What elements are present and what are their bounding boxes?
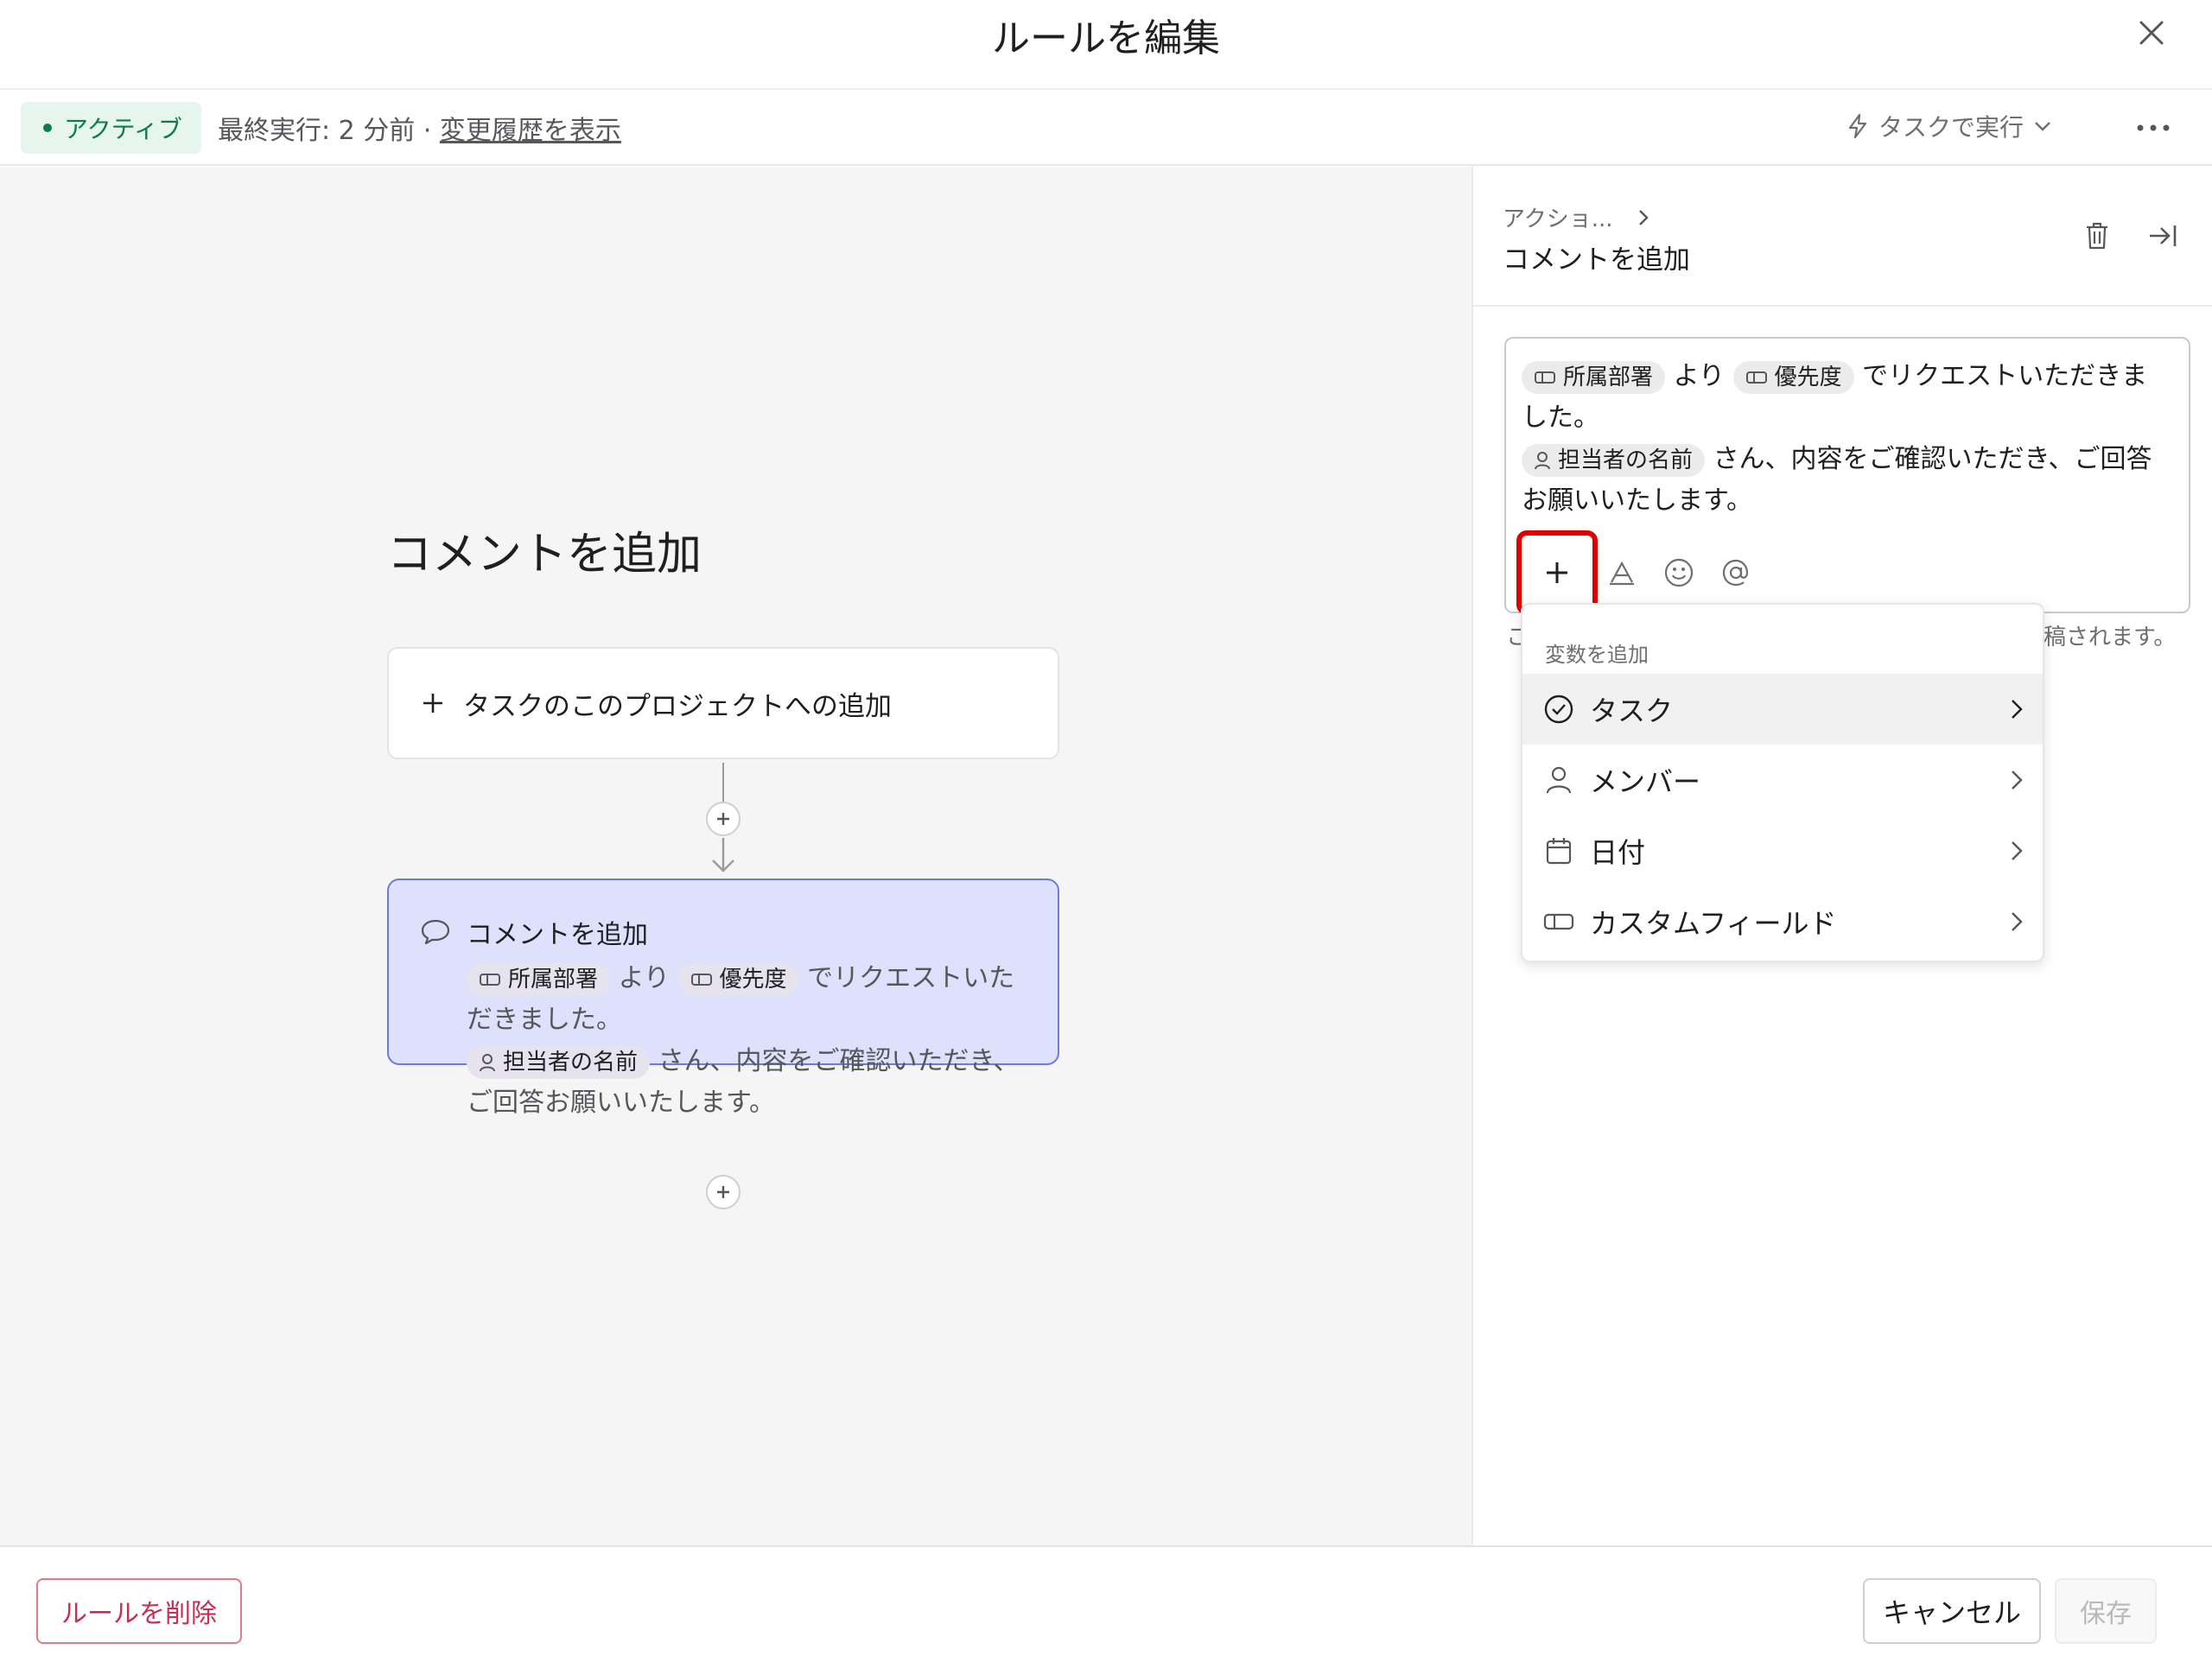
canvas-title: コメントを追加 <box>387 529 702 580</box>
comment-icon <box>421 919 450 945</box>
chevron-right-icon <box>2012 841 2023 860</box>
menu-item-label: メンバー <box>1590 765 1701 798</box>
trigger-card[interactable]: タスクのこのプロジェクトへの追加 <box>387 647 1059 759</box>
breadcrumb-item[interactable]: アクショ... <box>1503 201 1613 233</box>
variable-chip-assignee: 担当者の名前 <box>467 1045 651 1079</box>
status-badge: アクティブ <box>21 102 201 154</box>
calendar-icon <box>1546 838 1572 865</box>
modal-footer: ルールを削除 キャンセル 保存 <box>0 1545 2212 1662</box>
text-from: より <box>618 963 670 993</box>
custom-field-icon <box>690 973 712 986</box>
collapse-panel-button[interactable] <box>2144 217 2182 255</box>
trash-icon <box>2087 222 2107 250</box>
add-step-button[interactable] <box>706 1175 741 1209</box>
mention-button[interactable] <box>1719 555 1753 590</box>
at-sign-icon <box>1722 559 1749 587</box>
text-format-icon <box>1610 561 1634 586</box>
status-label: アクティブ <box>64 115 182 143</box>
add-variable-menu: 変数を追加 タスク メンバー 日付 カスタムフィールド <box>1521 603 2044 962</box>
action-comment-preview: 所属部署 より 優先度 でリクエストいただきました。 担当者の名前 さん、内容を… <box>467 958 1027 1124</box>
more-options-button[interactable] <box>2129 109 2177 147</box>
chevron-right-icon <box>2012 912 2023 931</box>
run-on-dropdown[interactable]: タスクで実行 <box>1846 109 2053 143</box>
trigger-label: タスクのこのプロジェクトへの追加 <box>463 690 892 722</box>
panel-header: アクショ... コメントを追加 <box>1473 167 2212 307</box>
page-title: ルールを編集 <box>992 16 1220 60</box>
chevron-down-icon <box>2035 122 2050 131</box>
history-link[interactable]: 変更履歴を表示 <box>440 109 621 147</box>
rule-canvas: コメントを追加 タスクのこのプロジェクトへの追加 コメントを追加 所属部署 より… <box>0 167 1471 1545</box>
plus-icon <box>717 1186 729 1198</box>
action-detail-panel: アクショ... コメントを追加 所属部署 より 優先度 でリクエストいただきまし… <box>1471 167 2212 1545</box>
modal-header: ルールを編集 <box>0 0 2212 90</box>
run-on-label: タスクで実行 <box>1878 113 2024 142</box>
menu-item-label: カスタムフィールド <box>1590 907 1837 940</box>
emoji-button[interactable] <box>1662 555 1696 590</box>
variable-chip-assignee[interactable]: 担当者の名前 <box>1522 443 1706 477</box>
close-button[interactable] <box>2131 12 2172 54</box>
menu-item-date[interactable]: 日付 <box>1522 815 2043 886</box>
plus-icon <box>1547 562 1567 583</box>
menu-item-custom-field[interactable]: カスタムフィールド <box>1522 886 2043 957</box>
variable-chip-priority[interactable]: 優先度 <box>1732 360 1854 394</box>
menu-item-member[interactable]: メンバー <box>1522 745 2043 815</box>
action-title: コメントを追加 <box>467 920 648 950</box>
collapse-right-icon <box>2150 225 2177 246</box>
status-dot-icon <box>43 124 52 132</box>
ellipsis-icon <box>2137 124 2170 131</box>
person-icon <box>480 1053 495 1071</box>
breadcrumb[interactable]: アクショ... <box>1503 201 1649 233</box>
menu-item-label: 日付 <box>1590 836 1646 869</box>
chevron-right-icon <box>2012 700 2023 719</box>
custom-field-icon <box>1535 371 1555 384</box>
add-step-button[interactable] <box>706 802 741 836</box>
menu-title: 変数を追加 <box>1545 643 1649 667</box>
arrow-down-icon <box>712 838 734 872</box>
check-circle-icon <box>1544 695 1573 724</box>
helper-text-end: 稿されます。 <box>2044 625 2177 650</box>
comment-editor[interactable]: 所属部署 より 優先度 でリクエストいただきました。 担当者の名前 さん、内容を… <box>1504 337 2190 615</box>
plus-icon <box>423 694 442 713</box>
cancel-button[interactable]: キャンセル <box>1863 1578 2041 1644</box>
save-button[interactable]: 保存 <box>2055 1578 2157 1644</box>
menu-item-label: タスク <box>1590 695 1674 727</box>
person-icon <box>1535 451 1550 469</box>
last-run-info: 最終実行: 2 分前 · 変更履歴を表示 <box>218 109 621 147</box>
custom-field-icon <box>1543 913 1574 930</box>
chevron-right-icon <box>1638 209 1649 225</box>
last-run-text: 最終実行: 2 分前 · <box>218 116 432 146</box>
custom-field-icon <box>1745 371 1767 384</box>
panel-title: コメントを追加 <box>1503 244 1690 276</box>
lightning-icon <box>1848 113 1867 139</box>
emoji-icon <box>1664 558 1694 587</box>
chevron-right-icon <box>2012 771 2023 790</box>
rule-status-bar: アクティブ 最終実行: 2 分前 · 変更履歴を表示 タスクで実行 <box>0 90 2212 166</box>
delete-rule-button[interactable]: ルールを削除 <box>36 1578 242 1644</box>
delete-action-button[interactable] <box>2078 217 2116 255</box>
custom-field-icon <box>480 973 500 986</box>
text-from: より <box>1673 361 1725 391</box>
variable-chip-department: 所属部署 <box>467 962 611 996</box>
person-icon <box>1546 766 1572 794</box>
text-format-button[interactable] <box>1605 555 1639 590</box>
plus-icon <box>717 813 729 825</box>
variable-chip-department[interactable]: 所属部署 <box>1522 360 1666 394</box>
comment-editor-text[interactable]: 所属部署 より 優先度 でリクエストいただきました。 担当者の名前 さん、内容を… <box>1522 356 2173 522</box>
action-card-add-comment[interactable]: コメントを追加 所属部署 より 優先度 でリクエストいただきました。 担当者の名… <box>387 879 1059 1118</box>
variable-chip-priority: 優先度 <box>677 962 799 996</box>
close-icon <box>2139 21 2164 45</box>
menu-item-task[interactable]: タスク <box>1522 674 2043 745</box>
